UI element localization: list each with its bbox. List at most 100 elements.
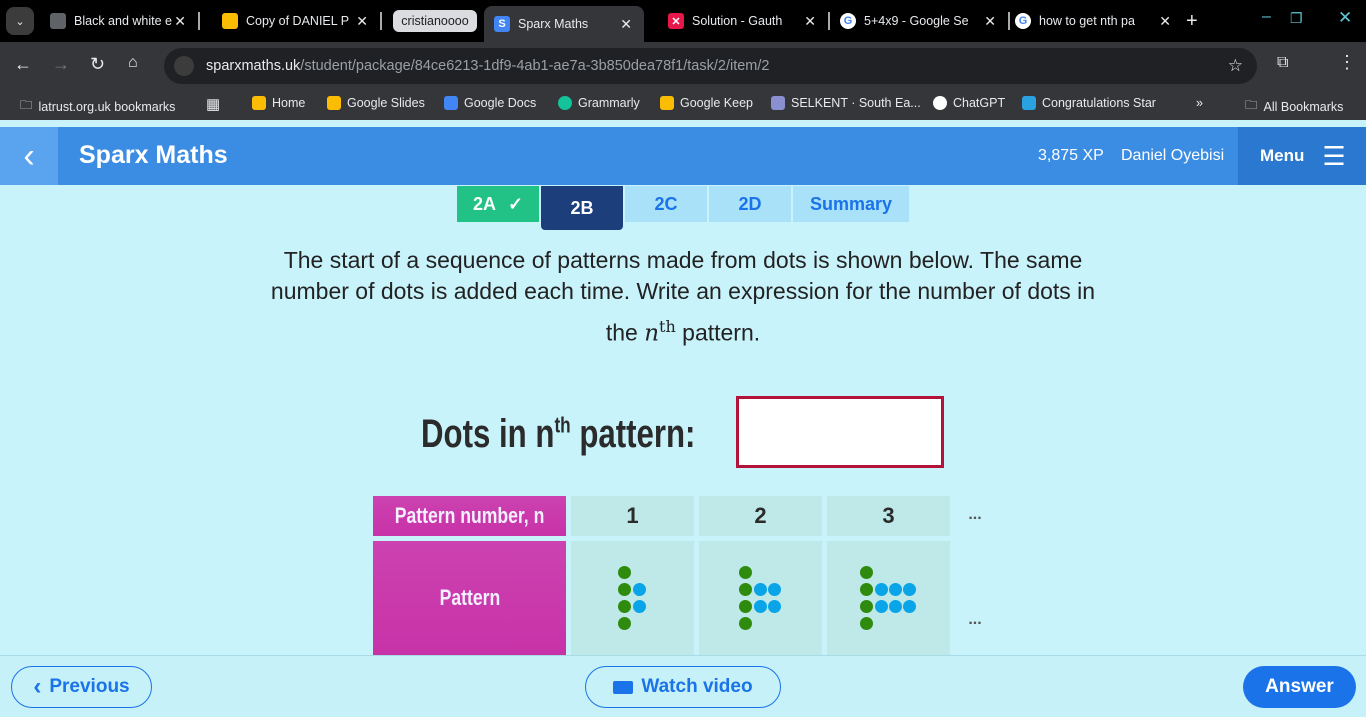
close-tab-icon[interactable]: ✕	[804, 13, 816, 30]
task-tab-2b[interactable]: 2B	[541, 186, 623, 230]
new-tab-button[interactable]: +	[1186, 10, 1198, 33]
task-tab-2d[interactable]: 2D	[709, 186, 791, 222]
classroom-icon	[252, 96, 266, 110]
forward-icon[interactable]: →	[52, 54, 70, 75]
ellipsis: ...	[968, 611, 982, 628]
task-tab-label: 2B	[570, 197, 594, 218]
browser-tab[interactable]: cristianoooo	[393, 10, 477, 32]
browser-tab[interactable]: Black and white e ✕	[50, 8, 190, 34]
address-bar-row: ← → ↻ ⌂ sparxmaths.uk/student/package/84…	[0, 42, 1366, 90]
ellipsis: ...	[968, 506, 982, 523]
home-icon[interactable]: ⌂	[128, 54, 138, 72]
site-info-icon[interactable]	[174, 56, 194, 76]
close-tab-icon[interactable]: ✕	[174, 13, 186, 30]
blue-dot	[768, 600, 781, 613]
answer-input[interactable]	[736, 396, 944, 468]
close-tab-icon[interactable]: ✕	[1159, 13, 1171, 30]
reload-icon[interactable]: ↻	[90, 54, 105, 75]
extensions-icon[interactable]: ⧉	[1277, 54, 1288, 72]
browser-tab[interactable]: Ghow to get nth pa ✕	[1015, 8, 1175, 34]
pattern-cell	[827, 541, 950, 655]
green-dot	[739, 583, 752, 596]
row-header: Pattern	[439, 585, 500, 610]
browser-tab[interactable]: S Sparx Maths ✕	[484, 6, 644, 42]
folder-icon: 🗀	[20, 98, 33, 112]
more-bookmarks-icon[interactable]: »	[1196, 96, 1203, 110]
answer-button[interactable]: Answer	[1243, 666, 1356, 708]
task-tab-label: 2C	[654, 193, 678, 214]
restore-button[interactable]: ❐	[1290, 10, 1303, 27]
answer-button-label: Answer	[1265, 676, 1334, 697]
answer-label-sup: th	[554, 412, 571, 438]
bookmark-item[interactable]: 🗀 latrust.org.uk bookmarks	[20, 96, 175, 117]
bookmark-item[interactable]: Grammarly	[558, 96, 640, 110]
question-text: The start of a sequence of patterns made…	[183, 245, 1183, 350]
bookmark-item[interactable]: Home	[252, 96, 305, 110]
browser-tab[interactable]: ✕ Solution - Gauth ✕	[668, 8, 820, 34]
tab-title: Sparx Maths	[518, 17, 589, 31]
task-tab-2c[interactable]: 2C	[625, 186, 707, 222]
blue-dot	[889, 583, 902, 596]
chevron-left-icon: ‹	[33, 673, 42, 700]
xp-count: 3,875 XP	[1038, 147, 1104, 164]
bookmark-label: Google Keep	[680, 96, 753, 110]
n-variable: n	[644, 320, 660, 347]
browser-tab[interactable]: G 5+4x9 - Google Se ✕	[840, 8, 1000, 34]
bookmark-item[interactable]: Google Keep	[660, 96, 753, 110]
bookmark-item[interactable]: Congratulations Star	[1022, 96, 1156, 110]
bookmark-item[interactable]: Google Docs	[444, 96, 536, 110]
bookmark-label: latrust.org.uk bookmarks	[38, 99, 176, 114]
task-tab-2a[interactable]: 2A ✓	[457, 186, 539, 222]
back-icon[interactable]: ←	[14, 54, 32, 75]
hamburger-icon: ☰	[1322, 140, 1346, 171]
minimize-button[interactable]: –	[1262, 8, 1271, 26]
previous-label: Previous	[49, 676, 130, 697]
google-icon: G	[840, 13, 856, 29]
apps-icon[interactable]: ▦	[206, 95, 220, 113]
blue-dot	[768, 583, 781, 596]
green-dot	[618, 600, 631, 613]
bookmark-star-icon[interactable]: ☆	[1228, 56, 1243, 76]
bookmark-label: ChatGPT	[953, 96, 1006, 110]
question-line: The start of a sequence of patterns made…	[283, 247, 1083, 273]
watch-video-label: Watch video	[641, 676, 753, 697]
close-tab-icon[interactable]: ✕	[620, 16, 632, 33]
bookmark-item[interactable]: Google Slides	[327, 96, 425, 110]
previous-button[interactable]: ‹ Previous	[11, 666, 152, 708]
url-input[interactable]: sparxmaths.uk/student/package/84ce6213-1…	[164, 48, 1257, 84]
bookmarks-bar: 🗀 latrust.org.uk bookmarks Home Google Slid…	[0, 90, 1366, 120]
green-dot	[739, 566, 752, 579]
back-button[interactable]: ‹	[0, 127, 58, 185]
more-menu-icon[interactable]: ⋮	[1338, 52, 1356, 73]
watch-video-button[interactable]: Watch video	[585, 666, 781, 708]
tab-search-button[interactable]: ⌄	[6, 7, 34, 35]
url-domain: sparxmaths.uk	[206, 58, 301, 74]
all-bookmarks[interactable]: 🗀 All Bookmarks	[1245, 96, 1343, 117]
task-tab-summary[interactable]: Summary	[793, 186, 909, 222]
tab-title: Black and white e	[74, 14, 172, 28]
task-tab-label: Summary	[809, 193, 893, 214]
user-name[interactable]: Daniel Oyebisi	[1121, 147, 1224, 165]
close-tab-icon[interactable]: ✕	[356, 13, 368, 30]
close-window-button[interactable]: ✕	[1338, 8, 1352, 28]
video-camera-icon	[613, 680, 634, 694]
folder-icon: 🗀	[1245, 98, 1258, 112]
blue-dot	[903, 600, 916, 613]
bookmark-item[interactable]: SELKENT · South Ea...	[771, 96, 921, 110]
column-header: 2	[699, 496, 822, 536]
tab-title: 5+4x9 - Google Se	[864, 14, 969, 28]
blue-dot	[754, 583, 767, 596]
answer-label-text: Dots in n	[421, 412, 555, 456]
slides-icon	[222, 13, 238, 29]
chevron-left-icon: ‹	[23, 136, 35, 175]
browser-tab[interactable]: Copy of DANIEL P ✕	[222, 8, 372, 34]
pattern-cell	[571, 541, 694, 655]
answer-label: Dots in nth pattern:	[421, 412, 695, 457]
menu-button[interactable]: Menu ☰	[1238, 127, 1366, 185]
close-tab-icon[interactable]: ✕	[984, 13, 996, 30]
blue-dot	[875, 583, 888, 596]
row-header-pattern: Pattern	[373, 541, 566, 655]
row-header: Pattern number, n	[394, 503, 545, 528]
check-icon: ✓	[507, 193, 524, 214]
bookmark-item[interactable]: ChatGPT	[933, 96, 1005, 110]
